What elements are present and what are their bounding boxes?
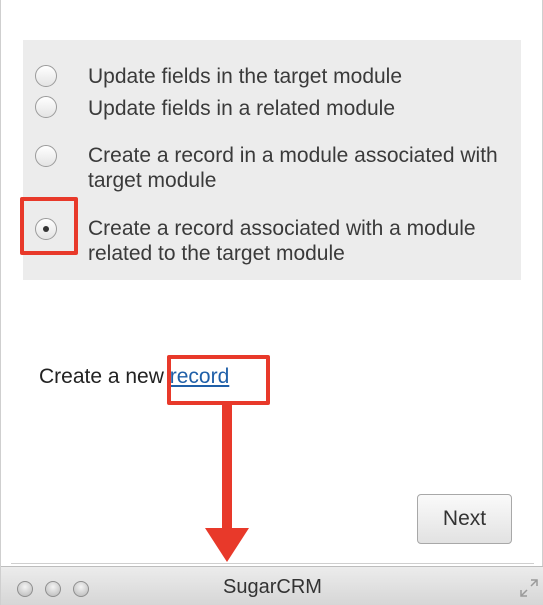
- dialog-window: Update fields in the target module Updat…: [0, 0, 543, 605]
- window-titlebar: SugarCRM: [1, 566, 543, 605]
- divider: [11, 563, 534, 564]
- next-button[interactable]: Next: [417, 494, 512, 544]
- window-title: SugarCRM: [223, 576, 322, 598]
- fullscreen-icon[interactable]: [518, 577, 540, 599]
